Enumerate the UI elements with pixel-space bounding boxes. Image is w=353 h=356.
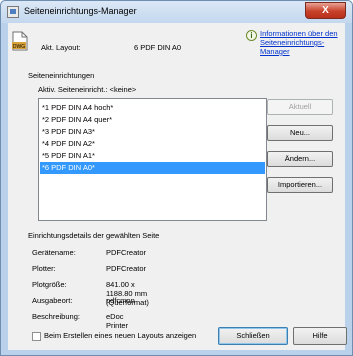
- detail-value: pdfcmon: [106, 296, 135, 305]
- list-item-selected[interactable]: *6 PDF DIN A0*: [40, 162, 265, 174]
- list-item[interactable]: *5 PDF DIN A1*: [40, 150, 265, 162]
- list-item[interactable]: *2 PDF DIN A4 quer*: [40, 114, 265, 126]
- svg-text:DWG: DWG: [13, 44, 25, 50]
- show-on-new-layout-checkbox[interactable]: [32, 332, 41, 341]
- help-icon[interactable]: i: [246, 30, 257, 41]
- help-button[interactable]: Hilfe: [293, 327, 347, 345]
- new-setup-button[interactable]: Neu...: [267, 125, 333, 141]
- show-on-new-layout-label[interactable]: Beim Erstellen eines neuen Layouts anzei…: [44, 331, 196, 340]
- window-close-button[interactable]: X: [305, 2, 346, 19]
- page-setup-list[interactable]: *1 PDF DIN A4 hoch* *2 PDF DIN A4 quer* …: [38, 98, 267, 221]
- active-setup-label: Aktiv. Seiteneinricht.: <keine>: [38, 85, 137, 94]
- list-item[interactable]: *1 PDF DIN A4 hoch*: [40, 102, 265, 114]
- current-layout-label: Akt. Layout:: [41, 43, 81, 52]
- help-info-link[interactable]: Informationen über den Seiteneinrichtung…: [260, 29, 346, 56]
- detail-label: Gerätename:: [32, 248, 76, 257]
- dialog-window: Seiteneinrichtungs-Manager X DWG Akt. La…: [0, 0, 353, 356]
- detail-label: Ausgabeort:: [32, 296, 73, 305]
- list-item[interactable]: *4 PDF DIN A2*: [40, 138, 265, 150]
- detail-label: Beschreibung:: [32, 312, 80, 321]
- detail-value: eDoc Printer: [106, 312, 129, 330]
- setups-group-title: Seiteneinrichtungen: [28, 71, 95, 80]
- dwg-icon: DWG: [12, 31, 28, 51]
- set-current-button[interactable]: Aktuell: [267, 99, 333, 115]
- detail-label: Plotter:: [32, 264, 56, 273]
- window-title: Seiteneinrichtungs-Manager: [24, 6, 137, 16]
- detail-label: Plotgröße:: [32, 280, 67, 289]
- detail-value: PDFCreator: [106, 264, 147, 273]
- title-bar[interactable]: Seiteneinrichtungs-Manager X: [1, 1, 352, 23]
- modify-setup-button[interactable]: Ändern...: [267, 151, 333, 167]
- close-button[interactable]: Schließen: [218, 327, 288, 345]
- details-group-title: Einrichtungsdetails der gewählten Seite: [28, 231, 160, 240]
- app-icon: [7, 6, 19, 18]
- dialog-client: DWG Akt. Layout: 6 PDF DIN A0 i Informat…: [8, 23, 347, 350]
- list-item[interactable]: *3 PDF DIN A3*: [40, 126, 265, 138]
- import-setup-button[interactable]: Importieren...: [267, 177, 333, 193]
- detail-value: PDFCreator: [106, 248, 147, 257]
- current-layout-value: 6 PDF DIN A0: [134, 43, 182, 52]
